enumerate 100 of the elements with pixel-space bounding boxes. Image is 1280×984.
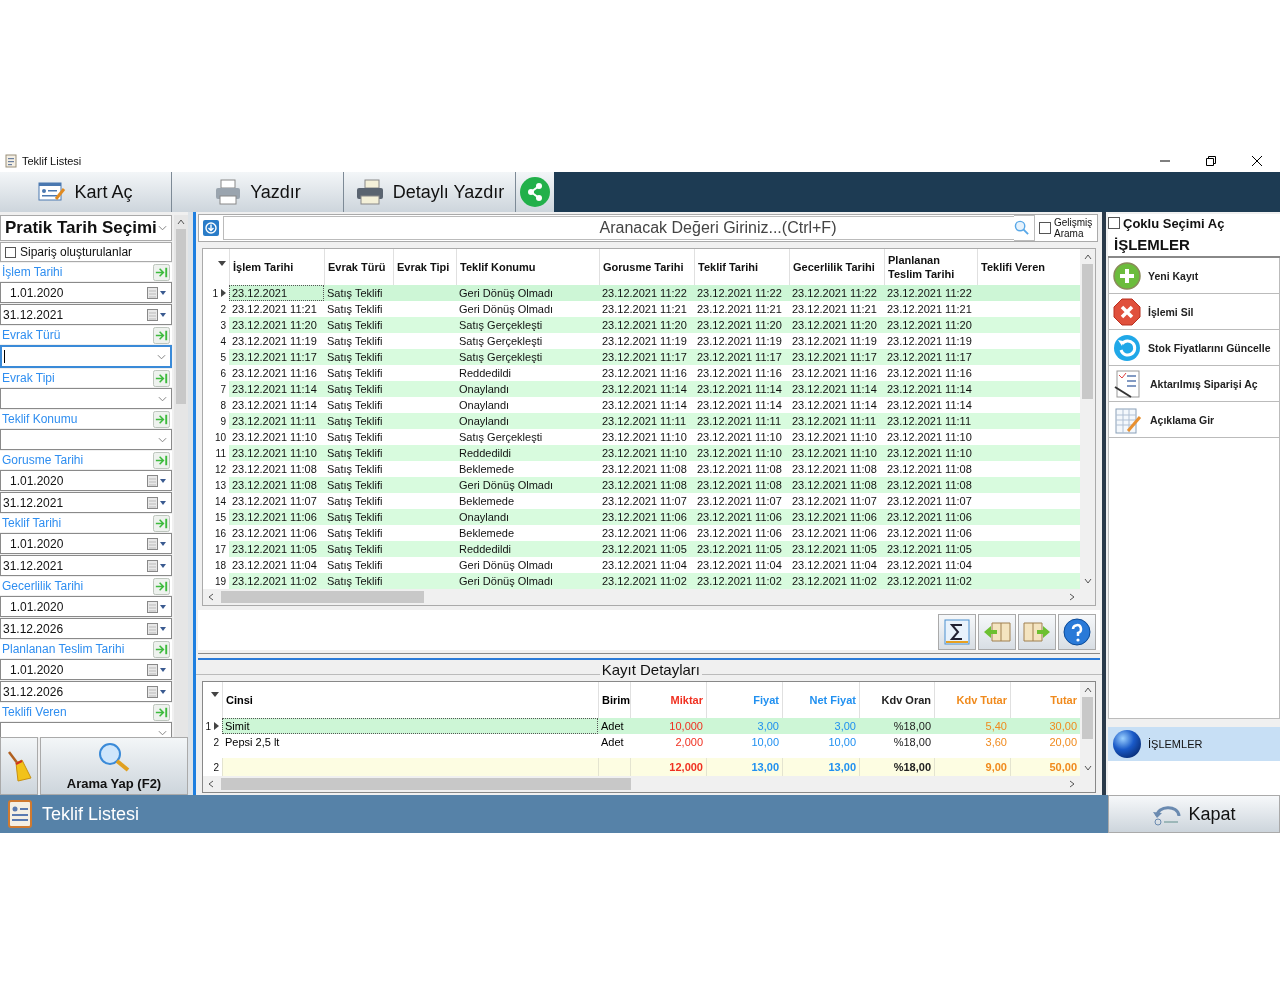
date-field[interactable]: 1.01.2020 (0, 596, 172, 617)
table-cell-text: 10,000 (668, 719, 704, 734)
action-button[interactable]: Yeni Kayıt (1108, 258, 1280, 294)
table-cell-text: 20,00 (1048, 735, 1078, 750)
table-cell-text: Satış Teklifi (326, 318, 384, 334)
table-row[interactable]: 16 23.12.2021 11:06 Satış Teklifi Beklemede 23.12.2021 11:06 23.12.2021 11:06 23.12.2021 11:06 23.12.2021 11:06 (203, 525, 1080, 542)
date-field[interactable]: 1.01.2020 (0, 659, 172, 680)
table-row[interactable]: 15 23.12.2021 11:06 Satış Teklifi Onaylandı 23.12.2021 11:06 23.12.2021 11:06 23.12.2021 11:06 23.12.2021 11:06 (203, 509, 1080, 526)
table-cell-text: 23.12.2021 11:17 (886, 350, 973, 366)
table-row[interactable]: 12 23.12.2021 11:08 Satış Teklifi Beklemede 23.12.2021 11:08 23.12.2021 11:08 23.12.2021 11:08 23.12.2021 11:08 (203, 461, 1080, 478)
table-row[interactable]: 7 23.12.2021 11:14 Satış Teklifi Onaylandı 23.12.2021 11:14 23.12.2021 11:14 23.12.2021 11:14 23.12.2021 11:14 (203, 381, 1080, 398)
search-button[interactable]: Arama Yap (F2) (40, 737, 188, 795)
row-number: 3 (220, 319, 226, 331)
table-cell-text: Geri Dönüş Olmadı (458, 478, 555, 494)
table-cell-text: 23.12.2021 11:08 (231, 462, 318, 478)
table-row[interactable]: 18 23.12.2021 11:04 Satış Teklifi Geri Dönüş Olmadı 23.12.2021 11:04 23.12.2021 11:04 23.12.2021 11:04 23.12.2021 11:04 (203, 557, 1080, 574)
table-cell-text: 23.12.2021 11:10 (696, 430, 783, 446)
action-button[interactable]: İşlemi Sil (1108, 294, 1280, 330)
table-cell-text: 23.12.2021 11:21 (601, 302, 688, 318)
table-cell-text: 23.12.2021 11:08 (601, 462, 688, 478)
table-cell-text: Satış Teklifi (326, 286, 384, 302)
table-cell-text: 23.12.2021 11:20 (791, 318, 878, 334)
table-cell: Simit (222, 718, 598, 734)
table-cell-text: 23.12.2021 11:16 (231, 366, 318, 382)
table-row[interactable]: 4 23.12.2021 11:19 Satış Teklifi Satış Gerçekleşti 23.12.2021 11:19 23.12.2021 11:19 23.12.2021 11:19 23.12.2021 11:19 (203, 333, 1080, 350)
filter-label: Planlanan Teslim Tarihi (2, 642, 125, 656)
date-field[interactable]: 1.01.2020 (0, 533, 172, 554)
table-cell-text: Satış Gerçekleşti (458, 334, 544, 350)
nav-item[interactable]: İŞLEMLER (1108, 727, 1280, 761)
table-row[interactable]: 14 23.12.2021 11:07 Satış Teklifi Beklemede 23.12.2021 11:07 23.12.2021 11:07 23.12.2021 11:07 23.12.2021 11:07 (203, 493, 1080, 510)
table-row[interactable]: 9 23.12.2021 11:11 Satış Teklifi Onaylandı 23.12.2021 11:11 23.12.2021 11:11 23.12.2021 11:11 23.12.2021 11:11 (203, 413, 1080, 430)
table-cell-text: 23.12.2021 11:16 (886, 366, 973, 382)
table-cell-text: 23.12.2021 11:17 (696, 350, 783, 366)
date-field[interactable]: 1.01.2020 (0, 470, 172, 491)
table-cell-text: Satış Teklifi (326, 462, 384, 478)
toolbar-button[interactable]: Kart Aç (0, 172, 172, 212)
table-cell-text: 23.12.2021 11:08 (696, 462, 783, 478)
table-cell-text: 23.12.2021 11:14 (886, 382, 973, 398)
table-row[interactable]: 2 23.12.2021 11:21 Satış Teklifi Geri Dönüş Olmadı 23.12.2021 11:21 23.12.2021 11:21 23.12.2021 11:21 23.12.2021 11:21 (203, 301, 1080, 318)
table-row[interactable]: 11 23.12.2021 11:10 Satış Teklifi Reddedildi 23.12.2021 11:10 23.12.2021 11:10 23.12.2021 11:10 23.12.2021 11:10 (203, 445, 1080, 462)
date-field[interactable]: 1.01.2020 (0, 282, 172, 303)
table-cell-text: 23.12.2021 11:22 (601, 286, 688, 302)
table-cell-text: %18,00 (892, 735, 932, 750)
date-field[interactable]: 31.12.2026 (0, 618, 172, 639)
table-row[interactable]: 19 23.12.2021 11:02 Satış Teklifi Geri Dönüş Olmadı 23.12.2021 11:02 23.12.2021 11:02 23.12.2021 11:02 23.12.2021 11:02 (203, 573, 1080, 590)
table-cell-text: 23.12.2021 11:19 (886, 334, 973, 350)
table-cell-text: 23.12.2021 11:05 (601, 542, 688, 558)
table-row[interactable]: 17 23.12.2021 11:05 Satış Teklifi Reddedildi 23.12.2021 11:05 23.12.2021 11:05 23.12.2021 11:05 23.12.2021 11:05 (203, 541, 1080, 558)
date-field[interactable]: 31.12.2026 (0, 681, 172, 702)
row-number: 16 (214, 527, 226, 539)
table-cell-text: 23.12.2021 11:08 (886, 462, 973, 478)
action-button[interactable]: Stok Fiyatlarını Güncelle (1108, 330, 1280, 366)
table-row[interactable]: 8 23.12.2021 11:14 Satış Teklifi Onaylandı 23.12.2021 11:14 23.12.2021 11:14 23.12.2021 11:14 23.12.2021 11:14 (203, 397, 1080, 414)
table-cell-text: 23.12.2021 11:11 (886, 414, 972, 430)
table-cell-text: 23.12.2021 11:20 (601, 318, 688, 334)
table-cell-text: 23.12.2021 11:11 (601, 414, 687, 430)
row-number: 12 (214, 463, 226, 475)
table-cell-text: 23.12.2021 11:21 (696, 302, 783, 318)
row-number: 8 (220, 399, 226, 411)
table-cell-text: Adet (600, 719, 625, 734)
close-button[interactable]: Kapat (1108, 795, 1280, 833)
row-number: 18 (214, 559, 226, 571)
table-row[interactable]: 6 23.12.2021 11:16 Satış Teklifi Reddedildi 23.12.2021 11:16 23.12.2021 11:16 23.12.2021 11:16 23.12.2021 11:16 (203, 365, 1080, 382)
table-cell-text: 23.12.2021 11:06 (886, 526, 973, 542)
table-row[interactable]: 1 23.12.2021 Satış Teklifi Geri Dönüş Olmadı 23.12.2021 11:22 23.12.2021 11:22 23.12.2021 11:22 23.12.2021 11:22 (203, 285, 1080, 302)
table-cell-text: 23.12.2021 11:10 (886, 430, 973, 446)
table-cell-text: 23.12.2021 11:22 (791, 286, 878, 302)
date-field[interactable]: 31.12.2021 (0, 492, 172, 513)
date-preset-dropdown[interactable]: Pratik Tarih Seçimi (0, 215, 172, 241)
table-cell-text: Beklemede (458, 526, 516, 542)
table-row[interactable]: 13 23.12.2021 11:08 Satış Teklifi Geri Dönüş Olmadı 23.12.2021 11:08 23.12.2021 11:08 23.12.2021 11:08 23.12.2021 11:08 (203, 477, 1080, 494)
action-button[interactable]: Açıklama Gir (1108, 402, 1280, 438)
table-cell-text: 10,00 (750, 735, 780, 750)
table-row[interactable]: 3 23.12.2021 11:20 Satış Teklifi Satış Gerçekleşti 23.12.2021 11:20 23.12.2021 11:20 23.12.2021 11:20 23.12.2021 11:20 (203, 317, 1080, 334)
action-button[interactable]: Aktarılmış Siparişi Aç (1108, 366, 1280, 402)
table-row[interactable]: 5 23.12.2021 11:17 Satış Teklifi Satış Gerçekleşti 23.12.2021 11:17 23.12.2021 11:17 23.12.2021 11:17 23.12.2021 11:17 (203, 349, 1080, 366)
toolbar-button[interactable]: Yazdır (172, 172, 344, 212)
table-cell-text: Geri Dönüş Olmadı (458, 558, 555, 574)
date-field[interactable]: 31.12.2021 (0, 304, 172, 325)
table-cell-text: 23.12.2021 11:04 (231, 558, 318, 574)
toolbar-button[interactable]: Detaylı Yazdır (344, 172, 516, 212)
table-cell-text: 3,00 (756, 719, 780, 734)
table-cell-text: 23.12.2021 11:14 (696, 382, 783, 398)
table-cell-text: 23.12.2021 11:06 (601, 526, 688, 542)
table-row[interactable]: 10 23.12.2021 11:10 Satış Teklifi Satış Gerçekleşti 23.12.2021 11:10 23.12.2021 11:10 23.12.2021 11:10 23.12.2021 11:10 (203, 429, 1080, 446)
table-cell-text: Onaylandı (458, 414, 511, 430)
table-cell-text: 23.12.2021 11:06 (791, 510, 878, 526)
table-cell-text: 3,60 (984, 735, 1008, 750)
table-cell-text: 23.12.2021 11:06 (601, 510, 688, 526)
table-cell-text: Geri Dönüş Olmadı (458, 286, 555, 302)
table-cell-text: Satış Teklifi (326, 398, 384, 414)
date-field[interactable]: 31.12.2021 (0, 555, 172, 576)
table-cell-text: Satış Teklifi (326, 526, 384, 542)
table-cell-text: 23.12.2021 11:08 (231, 478, 318, 494)
table-cell-text: Satış Gerçekleşti (458, 350, 544, 366)
table-row[interactable]: 1 Simit Adet 10,000 3,00 3,00 %18,00 5,40 30,00 (203, 718, 1080, 734)
row-number: 2 (220, 303, 226, 315)
table-cell-text: Onaylandı (458, 398, 511, 414)
table-row[interactable]: 2 Pepsi 2,5 lt Adet 2,000 10,00 10,00 %18,00 3,60 20,00 (203, 734, 1080, 750)
table-cell-text: 23.12.2021 11:16 (601, 366, 688, 382)
